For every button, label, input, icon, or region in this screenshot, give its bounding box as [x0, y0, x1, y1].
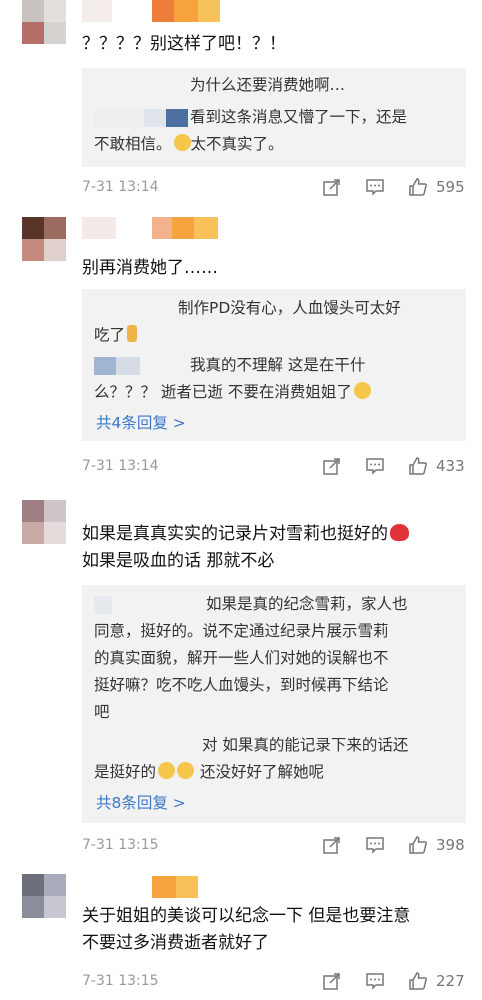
thumbs-up-icon[interactable] [408, 456, 428, 476]
reply-text: 对 如果真的能记录下来的话还 [202, 736, 409, 754]
thumbs-up-icon[interactable] [408, 177, 428, 197]
reply-username [94, 108, 190, 127]
reply-text: 同意，挺好的。说不定通过纪录片展示雪莉 [94, 622, 389, 640]
reply-text: 吧 [94, 703, 110, 721]
username[interactable] [82, 217, 218, 239]
avatar[interactable] [22, 0, 66, 44]
comment-text: 别再消费她了…… [82, 258, 218, 278]
username[interactable] [82, 876, 198, 898]
reply-text: 我真的不理解 这是在干什 [190, 356, 366, 374]
comment-feed: ？？？？别这样了吧！？！ 为什么还要消费她啊… 看到这条消息又懵了一下，还是 不… [0, 0, 482, 1000]
reply-box[interactable]: 制作PD没有心，人血馒头可太好 吃了 我真的不理解 这是在干什 么？？？ 逝者已… [82, 289, 466, 441]
reply-username [94, 737, 202, 755]
avatar[interactable] [22, 500, 66, 544]
reply-text: 是挺好的 [94, 763, 157, 781]
comment-bubble-icon[interactable] [365, 456, 385, 476]
reply-text: 如果是真的纪念雪莉，家人也 [206, 595, 408, 613]
reply-box[interactable]: 为什么还要消费她啊… 看到这条消息又懵了一下，还是 不敢相信。 太不真实了。 [82, 68, 466, 167]
comment-footer: 7-31 13:14 595 [82, 176, 468, 198]
share-arrow-icon[interactable] [322, 177, 342, 197]
comment-footer: 7-31 13:14 433 [82, 455, 468, 477]
comment-text-line: 不要过多消费逝者就好了 [82, 933, 269, 953]
share-arrow-icon[interactable] [322, 971, 342, 991]
reply: 看到这条消息又懵了一下，还是 不敢相信。 太不真实了。 [94, 104, 454, 158]
comment-text: ？？？？别这样了吧！？！ [82, 34, 286, 54]
avatar[interactable] [22, 874, 66, 918]
comment-text-line: 关于姐姐的美谈可以纪念一下 但是也要注意 [82, 906, 411, 926]
reply-text: 为什么还要消费她啊… [190, 76, 346, 94]
reply: 为什么还要消费她啊… [94, 72, 454, 99]
reply: 我真的不理解 这是在干什 么？？？ 逝者已逝 不要在消费姐姐了 [94, 352, 454, 406]
comment-bubble-icon[interactable] [365, 835, 385, 855]
reply-text: 还没好好了解她呢 [200, 763, 325, 781]
reply-text: 制作PD没有心，人血馒头可太好 [178, 299, 401, 317]
reply: 对 如果真的能记录下来的话还 是挺好的 还没好好了解她呢 [94, 732, 454, 786]
sleepy-emoji-icon [158, 762, 176, 779]
candle-emoji-icon [127, 325, 138, 342]
thumbs-up-icon[interactable] [408, 971, 428, 991]
like-count: 227 [436, 972, 465, 990]
red-heart-icon [390, 524, 409, 541]
reply-text: 不敢相信。 [94, 135, 172, 153]
timestamp: 7-31 13:14 [82, 179, 159, 195]
reply-box[interactable]: 如果是真的纪念雪莉，家人也 同意，挺好的。说不定通过纪录片展示雪莉 的真实面貌，… [82, 585, 466, 823]
reply-text: 看到这条消息又懵了一下，还是 [190, 108, 408, 126]
sleepy-emoji-icon [177, 762, 195, 779]
like-count: 595 [436, 178, 465, 196]
reply-text: 挺好嘛？吃不吃人血馒头，到时候再下结论 [94, 676, 389, 694]
reply: 制作PD没有心，人血馒头可太好 吃了 [94, 295, 454, 349]
reply-text: 么？？？ 逝者已逝 不要在消费姐姐了 [94, 383, 352, 401]
timestamp: 7-31 13:15 [82, 837, 159, 853]
timestamp: 7-31 13:14 [82, 458, 159, 474]
reply-username [94, 595, 206, 614]
timestamp: 7-31 13:15 [82, 973, 159, 989]
thumbs-up-icon[interactable] [408, 835, 428, 855]
reply-text: 吃了 [94, 326, 126, 344]
comment-text-line: 如果是吸血的话 那就不必 [82, 551, 275, 571]
comment-text-line: 如果是真真实实的记录片对雪莉也挺好的 [82, 524, 388, 544]
like-count: 398 [436, 836, 465, 854]
username[interactable] [82, 500, 152, 522]
reply-username [94, 356, 190, 375]
share-arrow-icon[interactable] [322, 835, 342, 855]
share-arrow-icon[interactable] [322, 456, 342, 476]
reply-username [94, 300, 178, 318]
crying-emoji-icon [173, 134, 191, 151]
more-replies-link[interactable]: 共4条回复 > [96, 411, 186, 433]
username[interactable] [82, 0, 220, 22]
avatar[interactable] [22, 217, 66, 261]
comment-footer: 7-31 13:15 398 [82, 834, 468, 856]
reply-username [94, 77, 190, 95]
comment-bubble-icon[interactable] [365, 177, 385, 197]
sleepy-emoji-icon [353, 382, 371, 399]
reply-text: 的真实面貌，解开一些人们对她的误解也不 [94, 649, 389, 667]
comment-bubble-icon[interactable] [365, 971, 385, 991]
comment-text: 关于姐姐的美谈可以纪念一下 但是也要注意 不要过多消费逝者就好了 [82, 903, 462, 957]
like-count: 433 [436, 457, 465, 475]
comment-footer: 7-31 13:15 227 [82, 970, 468, 992]
comment-text: 如果是真真实实的记录片对雪莉也挺好的 如果是吸血的话 那就不必 [82, 521, 462, 575]
reply-text: 太不真实了。 [190, 135, 284, 153]
reply: 如果是真的纪念雪莉，家人也 同意，挺好的。说不定通过纪录片展示雪莉 的真实面貌，… [94, 591, 454, 726]
more-replies-link[interactable]: 共8条回复 > [96, 791, 186, 813]
